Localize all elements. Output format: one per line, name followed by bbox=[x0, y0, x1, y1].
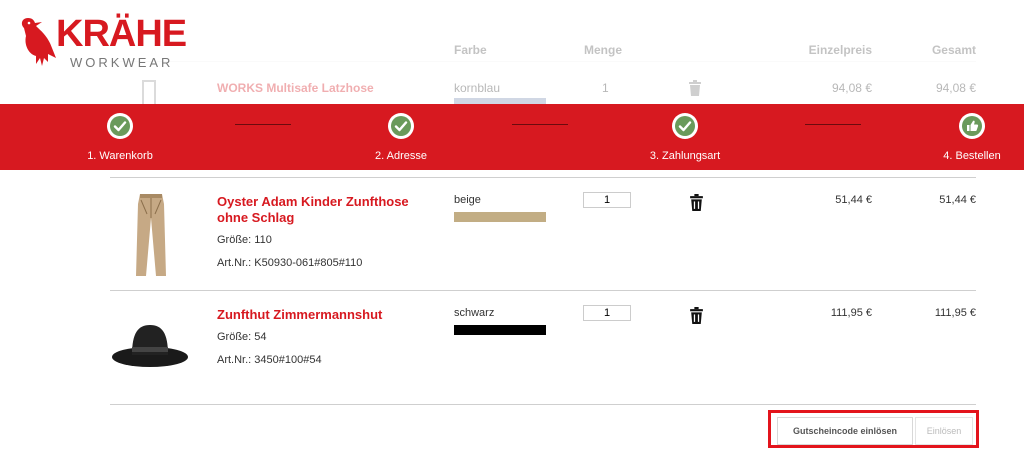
step-cart[interactable]: 1. Warenkorb bbox=[60, 104, 180, 170]
step-label: 2. Adresse bbox=[375, 150, 427, 162]
voucher-code-button[interactable]: Gutscheincode einlösen bbox=[777, 417, 913, 445]
color-swatch bbox=[454, 325, 546, 335]
unit-price: 51,44 € bbox=[835, 194, 872, 206]
product-name[interactable]: WORKS Multisafe Latzhose bbox=[217, 81, 374, 95]
color-name: schwarz bbox=[454, 307, 495, 319]
step-separator bbox=[805, 124, 861, 125]
step-separator bbox=[512, 124, 568, 125]
quantity-input[interactable] bbox=[583, 192, 631, 208]
brand-logo[interactable]: KRÄHE WORKWEAR bbox=[18, 14, 187, 70]
brand-tagline: WORKWEAR bbox=[70, 55, 174, 70]
crow-icon bbox=[21, 18, 57, 66]
step-circle bbox=[672, 113, 698, 139]
step-separator bbox=[235, 124, 291, 125]
quantity-value: 1 bbox=[602, 81, 609, 95]
quantity-input[interactable] bbox=[583, 305, 631, 321]
trash-icon[interactable] bbox=[688, 80, 702, 96]
check-icon bbox=[110, 116, 130, 136]
total-price: 51,44 € bbox=[939, 194, 976, 206]
cart-item-faded: WORKS Multisafe Latzhose kornblau 1 94,0… bbox=[110, 72, 976, 104]
step-label: 1. Warenkorb bbox=[87, 150, 153, 162]
product-size: Größe: 54 bbox=[217, 331, 267, 343]
color-swatch bbox=[454, 212, 546, 222]
step-label: 4. Bestellen bbox=[943, 150, 1001, 162]
redeem-button[interactable]: Einlösen bbox=[915, 417, 973, 445]
product-size: Größe: 110 bbox=[217, 234, 272, 246]
product-name[interactable]: Zunfthut Zimmermannshut bbox=[217, 307, 457, 323]
step-order[interactable]: 4. Bestellen bbox=[912, 104, 1024, 170]
check-icon bbox=[675, 116, 695, 136]
hat-image[interactable] bbox=[110, 303, 190, 393]
header-color: Farbe bbox=[454, 43, 487, 57]
product-name[interactable]: Oyster Adam Kinder Zunfthose ohne Schlag bbox=[217, 194, 427, 226]
cart-bottom-divider bbox=[110, 404, 976, 405]
brand-name: KRÄHE bbox=[56, 13, 187, 55]
step-circle bbox=[959, 113, 985, 139]
header-quantity: Menge bbox=[584, 43, 623, 57]
product-image bbox=[142, 80, 156, 104]
unit-price: 94,08 € bbox=[831, 81, 872, 95]
color-name: beige bbox=[454, 194, 481, 206]
product-article-number: Art.Nr.: 3450#100#54 bbox=[217, 354, 322, 366]
header-total: Gesamt bbox=[931, 43, 976, 57]
step-label: 3. Zahlungsart bbox=[649, 150, 721, 162]
header-unit-price: Einzelpreis bbox=[808, 43, 872, 57]
cart-item: Oyster Adam Kinder Zunfthose ohne Schlag… bbox=[110, 177, 976, 290]
cart-table-header: Farbe Menge Einzelpreis Gesamt bbox=[110, 38, 976, 62]
unit-price: 111,95 € bbox=[830, 307, 872, 319]
cart-item: Zunfthut Zimmermannshut Größe: 54 Art.Nr… bbox=[110, 290, 976, 404]
product-article-number: Art.Nr.: K50930-061#805#110 bbox=[217, 257, 363, 269]
thumbs-up-icon bbox=[962, 116, 982, 136]
trousers-image[interactable] bbox=[110, 188, 190, 278]
color-name: kornblau bbox=[454, 81, 501, 95]
total-price: 111,95 € bbox=[934, 307, 976, 319]
step-address[interactable]: 2. Adresse bbox=[341, 104, 461, 170]
step-circle bbox=[107, 113, 133, 139]
checkout-progress-bar: 1. Warenkorb 2. Adresse 3. Zahlungsart 4… bbox=[0, 104, 1024, 170]
total-price: 94,08 € bbox=[935, 81, 976, 95]
step-payment[interactable]: 3. Zahlungsart bbox=[625, 104, 745, 170]
trash-icon[interactable] bbox=[689, 307, 704, 324]
step-circle bbox=[388, 113, 414, 139]
check-icon bbox=[391, 116, 411, 136]
trash-icon[interactable] bbox=[689, 194, 704, 211]
